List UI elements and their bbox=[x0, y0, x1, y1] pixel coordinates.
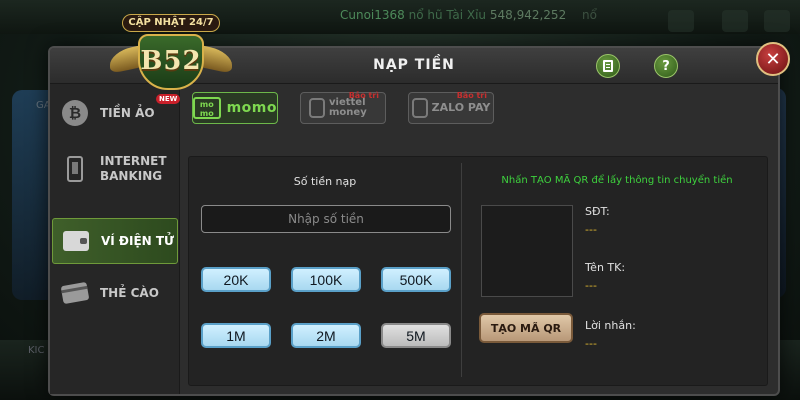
create-qr-button[interactable]: TẠO MÃ QR bbox=[479, 313, 573, 343]
provider-momo[interactable]: mo mo momo bbox=[192, 92, 278, 124]
qr-code-area bbox=[481, 205, 573, 297]
ticker-amount: 548,942,252 bbox=[489, 8, 567, 22]
sidebar-item-label: INTERNET BANKING bbox=[100, 154, 167, 183]
logo-shield: B52 bbox=[138, 34, 204, 90]
phone-label: SĐT: bbox=[585, 205, 610, 218]
history-button[interactable] bbox=[596, 54, 620, 78]
deposit-panel: Số tiền nạp 20K 100K 500K 1M 2M 5M Nhấn … bbox=[188, 156, 768, 386]
ticker-tail: nổ bbox=[582, 8, 597, 22]
amount-button-20k[interactable]: 20K bbox=[201, 267, 271, 292]
jackpot-ticker: Cunoi1368 nổ hũ Tài Xỉu 548,942,252 nổ bbox=[340, 8, 597, 22]
new-badge: NEW bbox=[156, 94, 181, 104]
provider-viettel-money[interactable]: viettel money Bảo trì bbox=[300, 91, 386, 124]
amount-button-2m[interactable]: 2M bbox=[291, 323, 361, 348]
viettel-logo-icon bbox=[309, 98, 325, 118]
amount-button-5m[interactable]: 5M bbox=[381, 323, 451, 348]
close-icon: ✕ bbox=[765, 48, 781, 70]
sidebar-item-label: TIỀN ẢO bbox=[100, 105, 155, 120]
lobby-bottom-left-tag: KIC bbox=[28, 345, 45, 356]
logo-text: B52 bbox=[140, 46, 202, 76]
maintenance-badge: Bảo trì bbox=[456, 91, 487, 100]
phone-bank-icon bbox=[60, 154, 90, 184]
bitcoin-icon: ₿ bbox=[60, 98, 90, 128]
provider-zalopay[interactable]: ZALO PAY Bảo trì bbox=[408, 91, 494, 124]
sidebar-item-e-wallet[interactable]: VÍ ĐIỆN TỬ bbox=[52, 218, 178, 264]
document-icon bbox=[603, 60, 613, 72]
phone-value: --- bbox=[585, 223, 597, 236]
message-value: --- bbox=[585, 337, 597, 350]
amount-label: Số tiền nạp bbox=[293, 175, 357, 188]
wallet-icon bbox=[61, 226, 91, 256]
b52-logo: B52 bbox=[108, 30, 234, 92]
question-icon: ? bbox=[662, 58, 670, 74]
target-icon[interactable] bbox=[722, 10, 748, 32]
provider-momo-label: momo bbox=[226, 100, 277, 116]
ticker-text: nổ hũ Tài Xỉu bbox=[408, 8, 487, 22]
close-button[interactable]: ✕ bbox=[756, 42, 790, 76]
deposit-modal: NẠP TIỀN ? ✕ ₿ TIỀN ẢO NEW INTERNET BANK… bbox=[48, 42, 790, 396]
sidebar-item-crypto[interactable]: ₿ TIỀN ẢO NEW bbox=[52, 90, 181, 136]
help-button[interactable]: ? bbox=[654, 54, 678, 78]
amount-button-500k[interactable]: 500K bbox=[381, 267, 451, 292]
leaderboard-icon[interactable] bbox=[668, 10, 694, 32]
account-name-value: --- bbox=[585, 279, 597, 292]
panel-divider bbox=[461, 163, 462, 377]
zalopay-logo-icon bbox=[411, 98, 428, 118]
ticker-user: Cunoi1368 bbox=[340, 8, 405, 22]
provider-zalopay-label: ZALO PAY bbox=[431, 101, 491, 114]
qr-hint: Nhấn TẠO MÃ QR để lấy thông tin chuyển t… bbox=[501, 175, 733, 186]
sidebar-item-label: THẺ CÀO bbox=[100, 285, 159, 300]
amount-button-100k[interactable]: 100K bbox=[291, 267, 361, 292]
sidebar-item-scratch-card[interactable]: THẺ CÀO bbox=[52, 270, 178, 316]
provider-viettel-label: viettel money bbox=[329, 97, 367, 118]
sidebar-item-internet-banking[interactable]: INTERNET BANKING bbox=[52, 146, 178, 192]
maintenance-badge: Bảo trì bbox=[348, 91, 379, 100]
momo-logo-icon: mo mo bbox=[193, 97, 221, 119]
amount-input[interactable] bbox=[201, 205, 451, 233]
card-icon bbox=[60, 278, 90, 308]
message-label: Lời nhắn: bbox=[585, 319, 636, 332]
lobby-menu-icon[interactable] bbox=[764, 10, 790, 32]
amount-button-1m[interactable]: 1M bbox=[201, 323, 271, 348]
payment-method-sidebar: ₿ TIỀN ẢO NEW INTERNET BANKING VÍ ĐIỆN T… bbox=[50, 84, 181, 394]
account-name-label: Tên TK: bbox=[585, 261, 626, 274]
sidebar-item-label: VÍ ĐIỆN TỬ bbox=[101, 233, 175, 248]
